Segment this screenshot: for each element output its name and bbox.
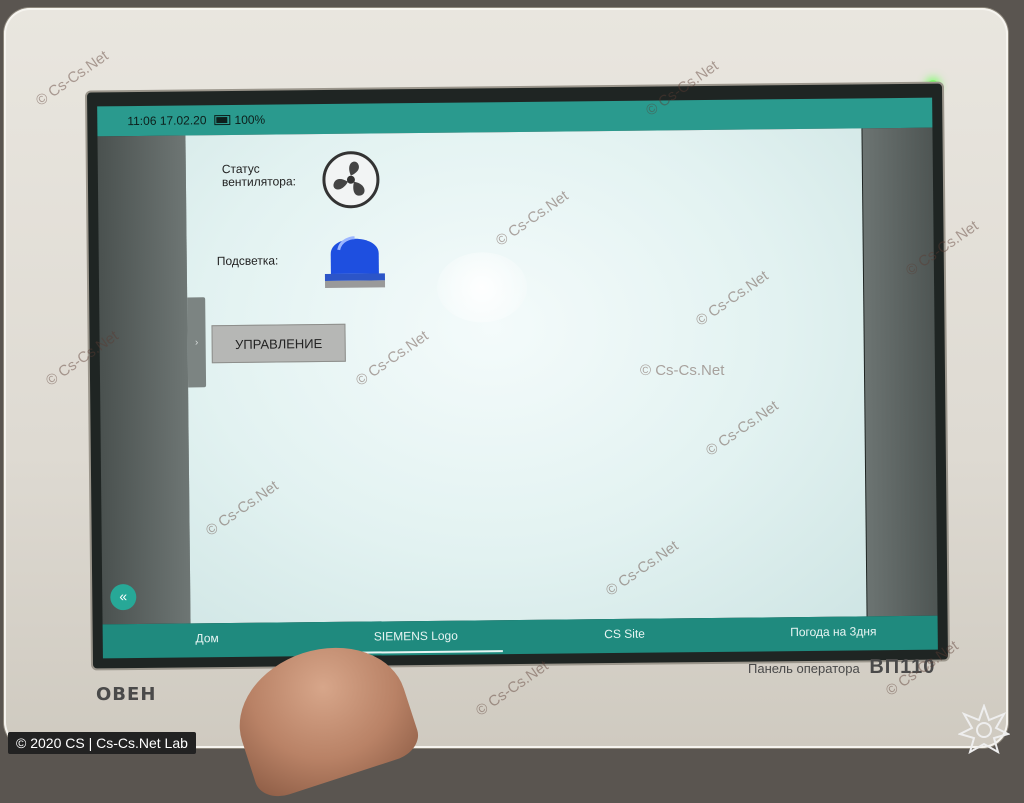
double-chevron-left-icon[interactable]: « xyxy=(110,584,137,611)
nav-item-cs-site[interactable]: CS Site xyxy=(520,618,729,654)
touch-screen: 11:06 17.02.20 100% Статус вентилятора: … xyxy=(87,83,948,669)
right-side-panel xyxy=(862,127,938,617)
chevron-right-icon: › xyxy=(194,336,199,348)
nav-item-weather[interactable]: Погода на 3дня xyxy=(729,616,938,652)
light-label: Подсветка: xyxy=(216,253,279,269)
fan-icon xyxy=(322,151,380,209)
battery-level: 100% xyxy=(234,112,266,127)
main-canvas: Статус вентилятора: Подсветка: xyxy=(185,128,867,624)
model-label: Панель оператора ВП110 xyxy=(748,656,935,679)
screen-glare xyxy=(436,251,528,323)
beacon-icon xyxy=(324,236,386,289)
status-datetime: 11:06 17.02.20 xyxy=(127,113,207,129)
fan-status-label: Статус вентилятора: xyxy=(222,162,296,189)
battery-icon xyxy=(214,114,231,126)
side-panel-handle[interactable]: › xyxy=(187,297,207,388)
left-side-panel xyxy=(97,135,191,625)
control-button[interactable]: УПРАВЛЕНИЕ xyxy=(211,323,346,364)
model-name: ВП110 xyxy=(869,656,936,678)
brand-logo: ОВЕН xyxy=(96,684,157,705)
model-prefix: Панель оператора xyxy=(748,661,860,676)
fan-label-line2: вентилятора: xyxy=(221,174,296,190)
corner-logo-icon xyxy=(958,704,1010,755)
credit-label: © 2020 CS | Cs-Cs.Net Lab xyxy=(8,732,196,754)
nav-item-home[interactable]: Дом xyxy=(103,622,312,658)
